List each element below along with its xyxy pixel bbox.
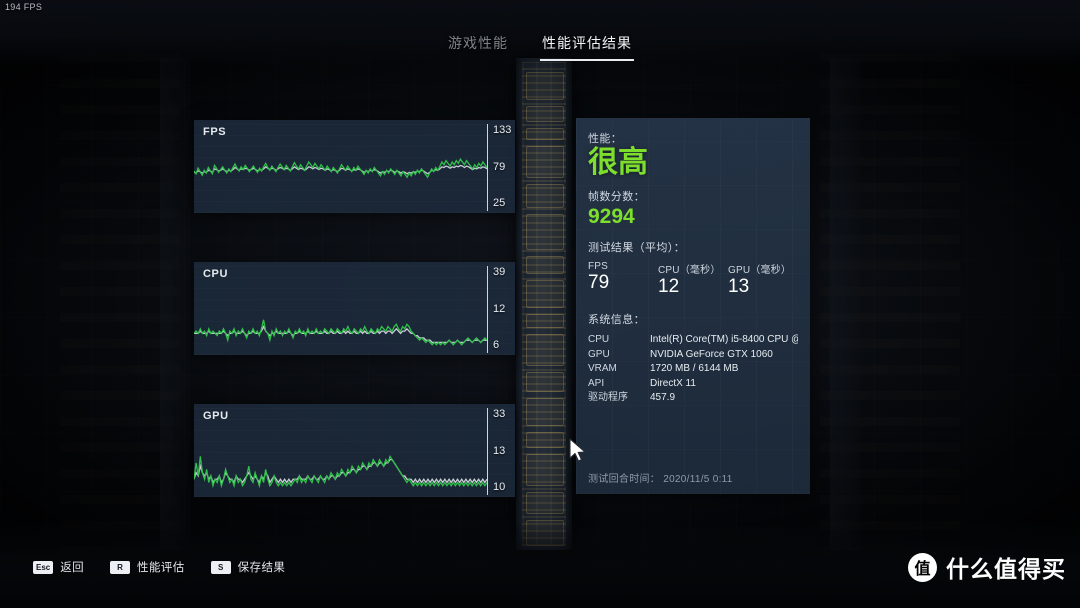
metric-fps-value: 79	[588, 272, 610, 294]
metrics-row: FPS 79 CPU（毫秒） 12 GPU（毫秒） 13	[588, 261, 798, 297]
vignette-overlay	[0, 0, 1080, 608]
chart-panel-fps: FPS 133 79 25	[194, 120, 515, 213]
metric-cpu: CPU（毫秒） 12	[658, 261, 728, 297]
watermark-logo-icon: 值	[908, 552, 937, 582]
chart-axis-cpu	[487, 266, 488, 353]
system-info-value: Intel(R) Core(TM) i5-8400 CPU @ 2....	[650, 334, 798, 346]
tab-game-performance[interactable]: 游戏性能	[446, 33, 510, 61]
chart-series-current	[194, 159, 487, 177]
key-hint-save[interactable]: S 保存结果	[210, 559, 286, 575]
charts-column: FPS 133 79 25 CPU 39 12 6 GPU 33 13 10	[194, 120, 515, 546]
system-info-row: GPU NVIDIA GeForce GTX 1060	[588, 348, 798, 363]
system-info-value: DirectX 11	[650, 377, 696, 389]
system-info-row: VRAM 1720 MB / 6144 MB	[588, 362, 798, 377]
chart-panel-gpu: GPU 33 13 10	[194, 404, 515, 497]
chart-labels-cpu: 39 12 6	[493, 262, 515, 355]
results-average-label: 测试结果（平均）：	[588, 242, 686, 255]
metric-cpu-value: 12	[658, 276, 680, 298]
chart-title-fps: FPS	[203, 126, 227, 138]
system-info-value: 457.9	[650, 392, 676, 404]
system-info-value: 1720 MB / 6144 MB	[650, 363, 739, 375]
chart-label-max-cpu: 39	[493, 266, 506, 278]
chart-axis-gpu	[487, 408, 488, 495]
performance-rating: 很高	[588, 146, 648, 179]
watermark: 值 什么值得买	[908, 550, 1066, 584]
chart-label-mid-gpu: 13	[493, 445, 506, 457]
chart-label-max-gpu: 33	[493, 408, 506, 420]
chart-label-min-gpu: 10	[493, 481, 506, 493]
chart-plot-gpu	[194, 404, 487, 497]
run-time-footer: 测试回合时间： 2020/11/5 0:11	[588, 470, 733, 485]
chart-panel-cpu: CPU 39 12 6	[194, 262, 515, 355]
chart-label-max-fps: 133	[493, 124, 512, 136]
game-benchmark-screen: 194 FPS 游戏性能 性能评估结果 FPS 133 79 25 CPU 39…	[0, 0, 1080, 608]
system-info-label: 系统信息：	[588, 314, 645, 327]
key-hint-label-benchmark: 性能评估	[137, 562, 185, 574]
score-value: 9294	[588, 204, 635, 228]
system-info-row: CPU Intel(R) Core(TM) i5-8400 CPU @ 2...…	[588, 333, 798, 348]
fps-counter-overlay: 194 FPS	[5, 2, 43, 12]
system-info-list: CPU Intel(R) Core(TM) i5-8400 CPU @ 2...…	[588, 333, 798, 406]
key-hint-benchmark[interactable]: R 性能评估	[110, 559, 185, 575]
mouse-cursor	[569, 438, 586, 462]
chart-labels-fps: 133 79 25	[493, 120, 515, 213]
chart-label-min-fps: 25	[493, 197, 506, 209]
score-label: 帧数分数：	[588, 190, 645, 203]
keycap-esc: Esc	[33, 560, 54, 574]
chart-plot-fps	[194, 120, 487, 213]
metric-fps: FPS 79	[588, 261, 658, 297]
chart-label-mid-cpu: 12	[493, 303, 506, 315]
system-info-key: API	[588, 377, 605, 389]
chart-title-cpu: CPU	[203, 268, 229, 280]
chart-series-average	[194, 327, 487, 343]
metric-cpu-name: CPU（毫秒）	[658, 265, 721, 277]
metric-gpu: GPU（毫秒） 13	[728, 261, 798, 297]
metric-fps-name: FPS	[588, 261, 609, 273]
key-hint-bar: Esc 返回 R 性能评估 S 保存结果	[33, 559, 285, 575]
performance-label: 性能：	[588, 133, 623, 145]
chart-series-current	[194, 320, 487, 345]
run-time-label: 测试回合时间：	[588, 474, 661, 485]
tab-bar: 游戏性能 性能评估结果	[0, 33, 1080, 61]
metric-gpu-value: 13	[728, 276, 750, 298]
key-hint-label-save: 保存结果	[237, 562, 286, 574]
keycap-s: S	[210, 560, 231, 574]
run-time-value: 2020/11/5 0:11	[663, 474, 733, 485]
watermark-text: 什么值得买	[946, 556, 1066, 582]
results-panel: 性能： 很高 帧数分数： 9294 测试结果（平均）： FPS 79 CPU（毫…	[576, 118, 810, 494]
chart-axis-fps	[487, 124, 488, 211]
system-info-row: API DirectX 11	[588, 377, 798, 392]
tab-benchmark-results[interactable]: 性能评估结果	[540, 33, 634, 61]
chart-labels-gpu: 33 13 10	[493, 404, 515, 497]
chart-label-mid-fps: 79	[493, 161, 506, 173]
keycap-r: R	[110, 560, 131, 574]
key-hint-label-back: 返回	[60, 562, 85, 574]
chart-plot-cpu	[194, 262, 487, 355]
system-info-key: 驱动程序	[588, 392, 628, 404]
metric-gpu-name: GPU（毫秒）	[728, 265, 792, 277]
chart-label-min-cpu: 6	[493, 339, 500, 351]
key-hint-back[interactable]: Esc 返回	[33, 559, 84, 575]
system-info-row: 驱动程序 457.9	[588, 391, 798, 406]
chart-title-gpu: GPU	[203, 410, 229, 422]
system-info-key: GPU	[588, 348, 610, 360]
system-info-key: CPU	[588, 334, 610, 346]
system-info-key: VRAM	[588, 363, 617, 375]
system-info-value: NVIDIA GeForce GTX 1060	[650, 348, 773, 360]
